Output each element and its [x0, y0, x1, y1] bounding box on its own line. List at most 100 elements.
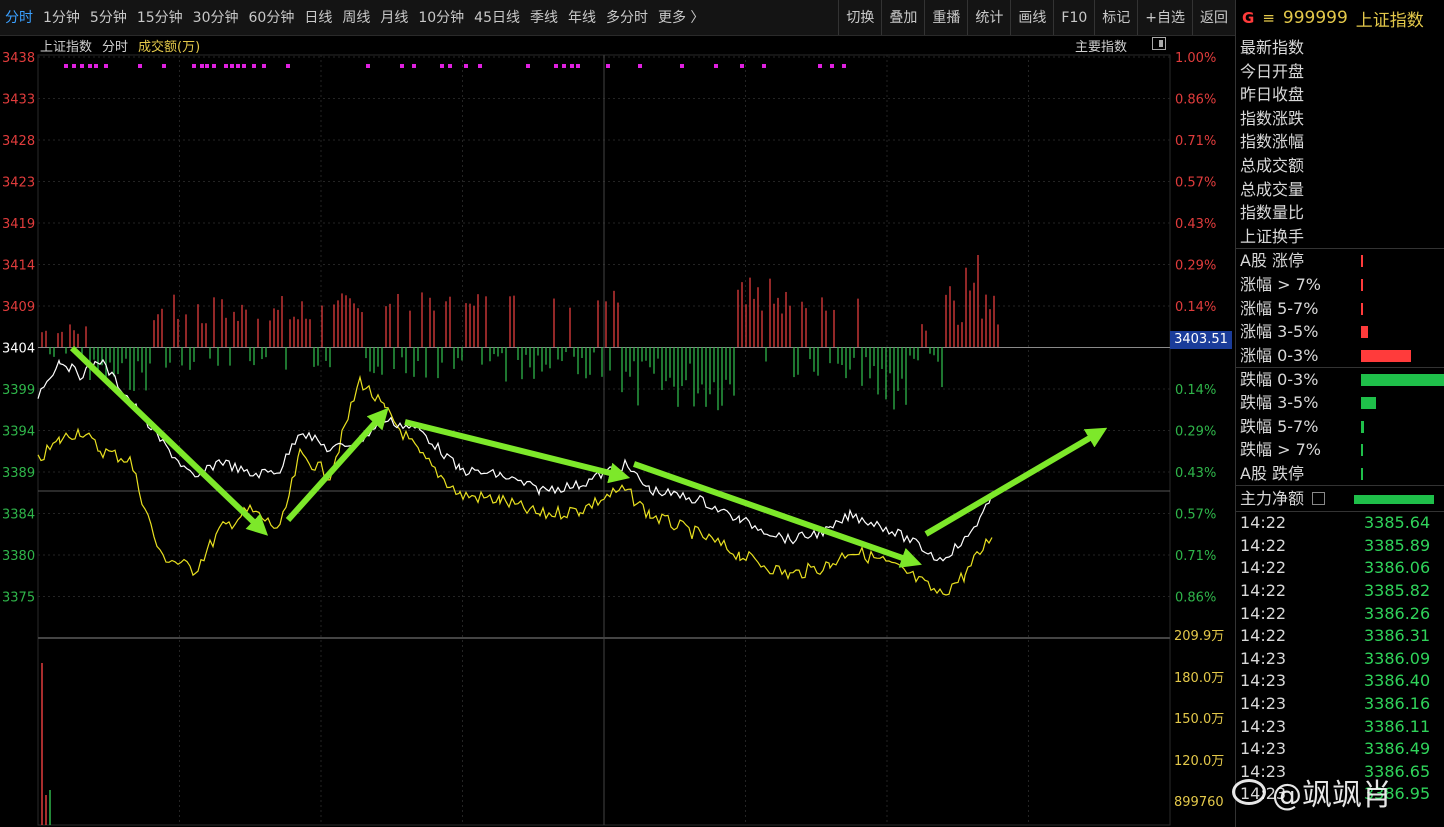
- signal-dot: [262, 64, 266, 68]
- tick-row: 14:22 3385.89: [1236, 535, 1444, 558]
- signal-dot: [80, 64, 84, 68]
- main-flow-row: 主力净额: [1236, 485, 1444, 511]
- tick-row: 14:22 3385.64: [1236, 512, 1444, 535]
- period-tab[interactable]: 年线: [563, 0, 601, 36]
- signal-dot: [448, 64, 452, 68]
- tool-button[interactable]: +自选: [1137, 0, 1192, 35]
- tool-button[interactable]: 画线: [1010, 0, 1053, 35]
- tool-button[interactable]: 重播: [924, 0, 967, 35]
- price-tick-label: 3414: [2, 259, 35, 274]
- pct-tick-label: 0.43%: [1175, 217, 1216, 232]
- tick-price: 3386.16: [1364, 694, 1431, 714]
- pct-tick-label: 0.43%: [1175, 466, 1216, 481]
- tool-button[interactable]: 标记: [1094, 0, 1137, 35]
- price-tick-label: 3399: [2, 383, 35, 398]
- signal-dot: [638, 64, 642, 68]
- signal-dot: [830, 64, 834, 68]
- price-tick-label: 3438: [2, 51, 35, 66]
- period-tab[interactable]: 5分钟: [85, 0, 132, 36]
- price-tick-label: 3419: [2, 217, 35, 232]
- price-tick-label: 3409: [2, 300, 35, 315]
- watermark-text: @飒飒肖: [1272, 778, 1392, 813]
- signal-dot: [212, 64, 216, 68]
- signal-dot: [412, 64, 416, 68]
- signal-dot: [72, 64, 76, 68]
- stat-label: 指数量比: [1240, 203, 1305, 223]
- breadth-label: 涨幅 > 7%: [1240, 274, 1321, 294]
- tick-time: 14:23: [1240, 648, 1287, 668]
- tick-time: 14:23: [1240, 671, 1287, 691]
- main-flow-label: 主力净额: [1240, 489, 1305, 509]
- tick-price: 3386.11: [1364, 716, 1431, 736]
- breadth-row: 跌幅 3-5%: [1236, 391, 1444, 415]
- breadth-row: A股 跌停: [1236, 462, 1444, 486]
- tick-price: 3386.40: [1364, 671, 1431, 691]
- signal-dot: [236, 64, 240, 68]
- tick-row: 14:23 3386.09: [1236, 648, 1444, 671]
- signal-dot: [554, 64, 558, 68]
- tick-price: 3386.31: [1364, 626, 1431, 646]
- quote-title: G ≡ 999999 上证指数: [1236, 0, 1444, 36]
- tick-row: 14:23 3386.16: [1236, 693, 1444, 716]
- period-tab[interactable]: 10分钟: [413, 0, 469, 36]
- signal-dot: [200, 64, 204, 68]
- signal-dot: [478, 64, 482, 68]
- signal-dot: [242, 64, 246, 68]
- period-tab[interactable]: 多分时: [601, 0, 653, 36]
- signal-dot: [570, 64, 574, 68]
- tick-time: 14:23: [1240, 694, 1287, 714]
- tick-time: 14:22: [1240, 535, 1287, 555]
- signal-dot: [366, 64, 370, 68]
- stat-label: 指数涨幅: [1240, 132, 1305, 152]
- signal-dot: [464, 64, 468, 68]
- breadth-label: 跌幅 3-5%: [1240, 392, 1319, 412]
- breadth-label: A股 跌停: [1240, 463, 1305, 483]
- tool-button[interactable]: 统计: [967, 0, 1010, 35]
- tick-row: 14:22 3386.26: [1236, 603, 1444, 626]
- signal-dot: [400, 64, 404, 68]
- breadth-bar: [1361, 420, 1364, 433]
- main-flow-bar: [1354, 495, 1434, 505]
- period-tab[interactable]: 45日线: [469, 0, 525, 36]
- period-tab[interactable]: 日线: [299, 0, 337, 36]
- tick-time: 14:22: [1240, 558, 1287, 578]
- pct-tick-label: 0.86%: [1175, 93, 1216, 108]
- breadth-label: 涨幅 5-7%: [1240, 298, 1319, 318]
- period-tab[interactable]: 更多 〉: [653, 0, 709, 36]
- volume-tick-label: 120.0万: [1174, 754, 1224, 769]
- period-tab[interactable]: 周线: [337, 0, 375, 36]
- breadth-row: 涨幅 3-5%: [1236, 320, 1444, 344]
- period-tab[interactable]: 月线: [375, 0, 413, 36]
- tick-price: 3386.06: [1364, 558, 1431, 578]
- tool-button[interactable]: F10: [1053, 0, 1094, 35]
- period-tab[interactable]: 1分钟: [38, 0, 85, 36]
- stat-label: 总成交额: [1240, 155, 1305, 175]
- signal-dot: [680, 64, 684, 68]
- intraday-chart[interactable]: 3438 3433 3428 3423 3419 3414 3409 3404 3399 3394…: [0, 0, 1235, 827]
- trend-arrow: [69, 345, 269, 536]
- pct-tick-label: 0.71%: [1175, 134, 1216, 149]
- panel-toggle-icon[interactable]: [1152, 37, 1166, 50]
- period-tab[interactable]: 分时: [0, 0, 38, 36]
- pct-tick-label: 1.00%: [1175, 51, 1216, 66]
- tool-button[interactable]: 切换: [838, 0, 881, 35]
- list-icon[interactable]: [1312, 492, 1326, 506]
- stat-label: 指数涨跌: [1240, 108, 1305, 128]
- tick-price: 3386.09: [1364, 648, 1431, 668]
- breadth-row: 跌幅 5-7%: [1236, 415, 1444, 439]
- signal-dot: [104, 64, 108, 68]
- period-tab[interactable]: 60分钟: [244, 0, 300, 36]
- tick-time: 14:22: [1240, 513, 1287, 533]
- signal-dot: [224, 64, 228, 68]
- main-index-button[interactable]: 主要指数: [1075, 36, 1127, 55]
- period-tab[interactable]: 30分钟: [188, 0, 244, 36]
- menu-icon[interactable]: ≡: [1262, 9, 1275, 27]
- index-name: 上证指数: [40, 40, 93, 55]
- period-tab[interactable]: 季线: [525, 0, 563, 36]
- tick-list[interactable]: 14:22 3385.64 14:22 3385.89 14:22 3386.06 14:2…: [1236, 511, 1444, 806]
- tool-button[interactable]: 叠加: [881, 0, 924, 35]
- price-tick-label: 3384: [2, 508, 35, 523]
- tool-button[interactable]: 返回: [1192, 0, 1235, 35]
- period-tab[interactable]: 15分钟: [132, 0, 188, 36]
- tick-time: 14:22: [1240, 581, 1287, 601]
